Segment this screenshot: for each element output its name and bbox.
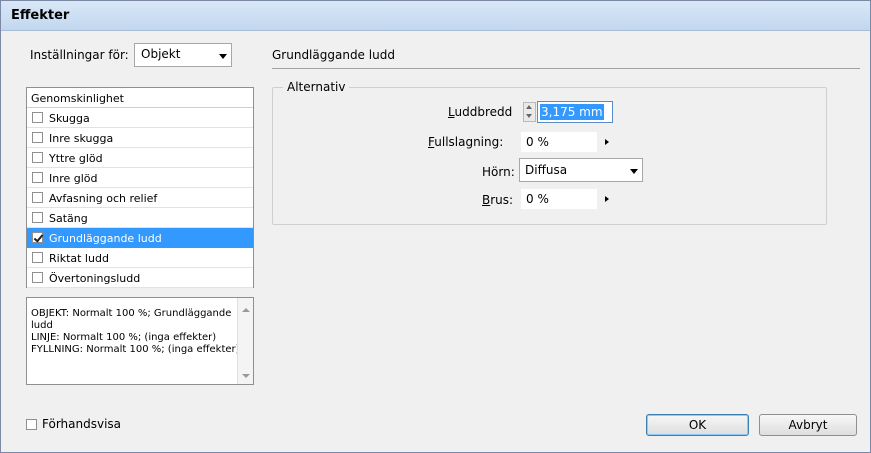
effect-label: Avfasning och relief [49,192,158,205]
settings-for-value: Objekt [141,47,181,61]
scroll-up-icon[interactable] [242,308,250,312]
effect-item[interactable]: Inre glöd [27,168,253,188]
window-title: Effekter [11,8,70,23]
choke-label: Fullslagning: [428,135,504,149]
decrement-icon[interactable] [526,114,532,118]
effect-checkbox[interactable] [32,152,43,163]
options-legend: Alternativ [283,80,350,94]
title-bar[interactable]: Effekter [1,1,870,31]
effect-checkbox[interactable] [32,212,43,223]
effects-dialog: Effekter Inställningar för: Objekt Genom… [0,0,871,453]
effect-label: Inre glöd [49,172,98,185]
effect-item[interactable]: Avfasning och relief [27,188,253,208]
ok-button[interactable]: OK [646,414,749,436]
settings-for-dropdown[interactable]: Objekt [134,43,232,67]
effect-checkbox[interactable] [32,232,43,243]
effect-checkbox[interactable] [32,192,43,203]
summary-line: OBJEKT: Normalt 100 %; Grundläggande [31,308,232,319]
section-title: Grundläggande ludd [272,48,395,62]
scroll-down-icon[interactable] [242,374,250,378]
effects-list-header[interactable]: Genomskinlighet [27,88,253,108]
choke-menu-arrow-icon[interactable] [605,139,609,145]
settings-for-label: Inställningar för: [30,48,129,62]
preview-checkbox[interactable] [26,419,37,430]
effect-checkbox[interactable] [32,252,43,263]
effect-item[interactable]: Inre skugga [27,128,253,148]
cancel-button[interactable]: Avbryt [759,414,857,436]
increment-icon[interactable] [526,105,532,109]
chevron-down-icon [630,169,638,174]
ludd-width-value: 3,175 mm [540,104,604,120]
corners-label: Hörn: [482,165,515,179]
effect-item[interactable]: Satäng [27,208,253,228]
ludd-width-input[interactable]: 3,175 mm [537,101,613,123]
chevron-down-icon [219,54,227,59]
noise-input[interactable]: 0 % [520,188,598,210]
summary-line: FYLLNING: Normalt 100 %; (inga effekter) [31,344,240,355]
effect-item[interactable]: Yttre glöd [27,148,253,168]
effects-list: Genomskinlighet Skugga Inre skugga Yttre g… [26,87,254,288]
summary-line: LINJE: Normalt 100 %; (inga effekter) [31,332,217,343]
effect-item[interactable]: Övertoningsludd [27,268,253,288]
summary-scrollbar[interactable] [237,298,253,384]
choke-value: 0 % [526,135,549,149]
effect-label: Yttre glöd [49,152,103,165]
effect-label: Grundläggande ludd [49,232,162,245]
effect-label: Inre skugga [49,132,114,145]
effect-item[interactable]: Skugga [27,108,253,128]
choke-input[interactable]: 0 % [520,131,598,153]
effect-label: Skugga [49,112,90,125]
effect-label: Övertoningsludd [49,272,141,285]
section-divider [272,68,860,69]
preview-label: Förhandsvisa [42,417,122,431]
effect-item[interactable]: Grundläggande ludd [27,228,253,248]
effect-checkbox[interactable] [32,132,43,143]
preview-toggle[interactable]: Förhandsvisa [26,417,166,433]
effect-checkbox[interactable] [32,172,43,183]
corners-value: Diffusa [525,163,568,177]
effect-checkbox[interactable] [32,272,43,283]
noise-label: Brus: [482,193,514,207]
corners-dropdown[interactable]: Diffusa [519,158,643,182]
effect-label: Satäng [49,212,88,225]
summary-line: ludd [31,320,53,331]
ludd-width-stepper[interactable] [523,102,536,122]
ludd-width-label: Luddbredd [448,105,513,119]
effect-checkbox[interactable] [32,112,43,123]
noise-menu-arrow-icon[interactable] [605,196,609,202]
noise-value: 0 % [526,192,549,206]
effect-label: Riktat ludd [49,252,109,265]
effect-item[interactable]: Riktat ludd [27,248,253,268]
effects-summary: OBJEKT: Normalt 100 %; Grundläggande lud… [26,297,254,385]
